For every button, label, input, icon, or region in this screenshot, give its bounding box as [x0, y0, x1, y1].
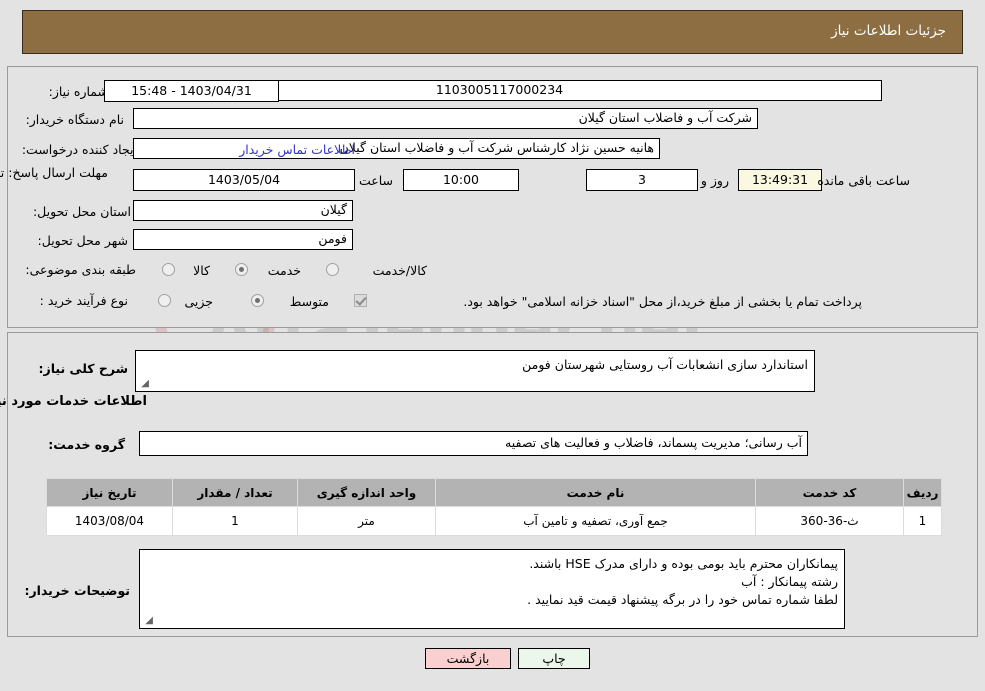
th-quantity: تعداد / مقدار — [172, 478, 298, 507]
th-date: تاریخ نیاز — [46, 478, 173, 507]
radio-category-kala-khedmat-label: کالا/خدمت — [372, 263, 427, 278]
cell-code: ث-36-360 — [755, 506, 904, 536]
page-title: جزئیات اطلاعات نیاز — [831, 23, 946, 39]
table-header-row: ردیف کد خدمت نام خدمت واحد اندازه گیری ت… — [46, 478, 942, 507]
print-button[interactable]: چاپ — [518, 648, 590, 669]
radio-category-khedmat[interactable] — [235, 263, 248, 276]
remaining-suffix-label: ساعت باقی مانده — [817, 173, 910, 188]
service-group-value: آب رسانی؛ مدیریت پسماند، فاضلاب و فعالیت… — [139, 431, 808, 456]
cell-row: 1 — [903, 506, 942, 536]
days-remaining-value: 3 — [586, 169, 698, 191]
th-code: کد خدمت — [755, 478, 904, 507]
radio-process-jozei-label: جزیی — [184, 294, 213, 309]
city-label: شهر محل تحویل: — [37, 233, 128, 248]
city-value: فومن — [133, 229, 353, 250]
creator-label: ایجاد کننده درخواست: — [21, 142, 137, 157]
th-row: ردیف — [903, 478, 942, 507]
buyer-notes-line-2: رشته پیمانکار : آب — [741, 574, 838, 590]
resize-grip-icon[interactable]: ◢ — [143, 616, 153, 626]
buyer-notes-line-1: پیمانکاران محترم باید بومی بوده و دارای … — [529, 556, 838, 571]
radio-process-jozei[interactable] — [158, 294, 171, 307]
summary-textarea[interactable]: استاندارد سازی انشعابات آب روستایی شهرست… — [135, 350, 815, 392]
radio-category-kala-khedmat[interactable] — [326, 263, 339, 276]
time-remaining-value: 13:49:31 — [738, 169, 822, 191]
buyer-notes-line-3: لطفا شماره تماس خود را در برگه پیشنهاد ق… — [527, 592, 838, 608]
tender-details-page: ArtaTender.net جزئیات اطلاعات نیاز شماره… — [0, 0, 985, 691]
need-number-label: شماره نیاز: — [48, 84, 108, 99]
province-label: استان محل تحویل: — [32, 204, 131, 219]
table-row: 1 ث-36-360 جمع آوری، تصفیه و تامین آب مت… — [46, 506, 942, 536]
buyer-notes-textarea[interactable]: پیمانکاران محترم باید بومی بوده و دارای … — [139, 549, 845, 629]
category-label: طبقه بندی موضوعی: — [25, 262, 136, 277]
cell-quantity: 1 — [172, 506, 298, 536]
need-info-panel — [7, 66, 978, 328]
deadline-time-value: 10:00 — [403, 169, 519, 191]
province-value: گیلان — [133, 200, 353, 221]
buyer-org-label: نام دستگاه خریدار: — [25, 112, 124, 127]
radio-process-motavaset[interactable] — [251, 294, 264, 307]
resize-grip-icon[interactable]: ◢ — [139, 379, 149, 389]
summary-value: استاندارد سازی انشعابات آب روستایی شهرست… — [522, 357, 808, 372]
creator-value: هانیه حسین نژاد کارشناس شرکت آب و فاضلاب… — [133, 138, 660, 159]
radio-category-khedmat-label: خدمت — [267, 263, 301, 278]
radio-category-kala-label: کالا — [193, 263, 210, 278]
deadline-date-value: 1403/05/04 — [133, 169, 355, 191]
buyer-notes-label: توضیحات خریدار: — [24, 583, 130, 598]
th-name: نام خدمت — [435, 478, 756, 507]
hour-label: ساعت — [358, 173, 393, 188]
treasury-bonds-checkbox[interactable] — [354, 294, 367, 307]
radio-process-motavaset-label: متوسط — [289, 294, 329, 309]
buyer-org-value: شرکت آب و فاضلاب استان گیلان — [133, 108, 758, 129]
cell-name: جمع آوری، تصفیه و تامین آب — [435, 506, 756, 536]
treasury-bonds-text: پرداخت تمام یا بخشی از مبلغ خرید،از محل … — [463, 294, 862, 309]
announce-value: 1403/04/31 - 15:48 — [104, 80, 279, 102]
th-unit: واحد اندازه گیری — [297, 478, 436, 507]
back-button[interactable]: بازگشت — [425, 648, 511, 669]
cell-unit: متر — [297, 506, 436, 536]
days-label: روز و — [700, 173, 729, 188]
services-table: ردیف کد خدمت نام خدمت واحد اندازه گیری ت… — [46, 478, 942, 536]
page-header: جزئیات اطلاعات نیاز — [22, 10, 963, 54]
summary-label: شرح کلی نیاز: — [38, 361, 128, 376]
process-label: نوع فرآیند خرید : — [39, 293, 128, 308]
deadline-label: مهلت ارسال پاسخ: تا تاریخ: — [0, 165, 108, 180]
cell-date: 1403/08/04 — [46, 506, 173, 536]
services-section-title: اطلاعات خدمات مورد نیاز — [0, 394, 147, 409]
service-group-label: گروه خدمت: — [48, 437, 125, 452]
buyer-contact-link[interactable]: اطلاعات تماس خریدار — [239, 142, 355, 157]
radio-category-kala[interactable] — [162, 263, 175, 276]
